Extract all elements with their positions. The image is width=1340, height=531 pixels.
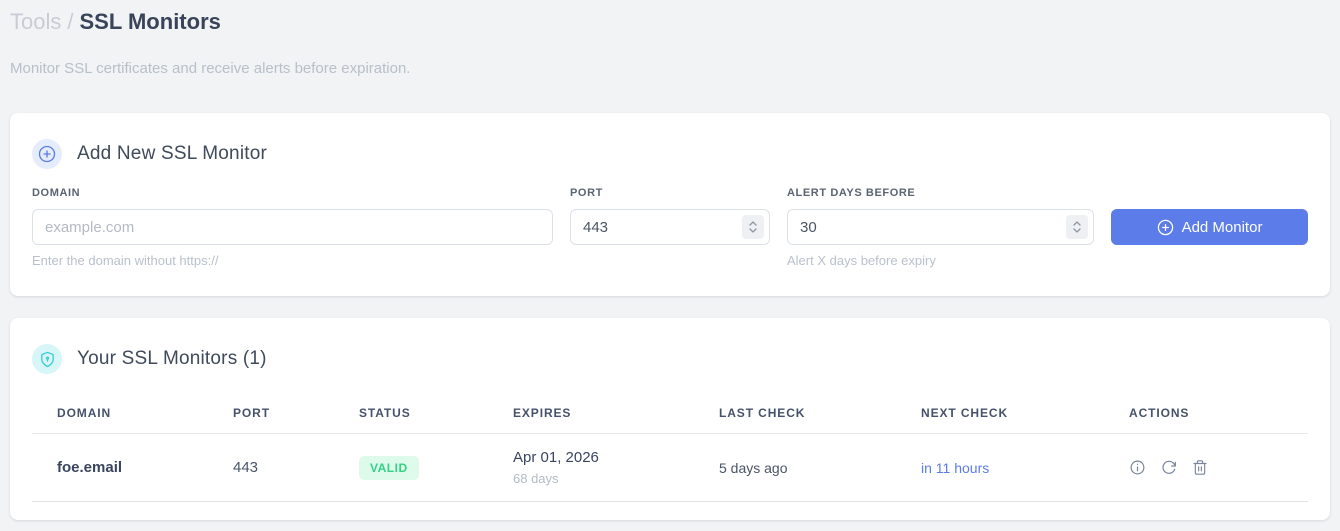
domain-input[interactable] bbox=[32, 209, 553, 245]
delete-button[interactable] bbox=[1192, 459, 1208, 476]
submit-group: Add Monitor bbox=[1111, 187, 1308, 268]
alert-days-field-group: ALERT DAYS BEFORE Alert X days before ex… bbox=[787, 187, 1094, 268]
chevron-up-icon bbox=[1073, 221, 1081, 226]
alert-days-helper: Alert X days before expiry bbox=[787, 253, 936, 268]
info-icon bbox=[1130, 460, 1145, 475]
plus-circle-icon bbox=[32, 139, 62, 169]
domain-helper: Enter the domain without https:// bbox=[32, 253, 219, 268]
monitors-card-title: Your SSL Monitors (1) bbox=[77, 348, 267, 369]
page-title: SSL Monitors bbox=[79, 9, 221, 34]
column-header-expires: EXPIRES bbox=[488, 394, 694, 434]
table-header-row: DOMAIN PORT STATUS EXPIRES LAST CHECK NE… bbox=[32, 394, 1308, 434]
monitor-domain: foe.email bbox=[32, 433, 208, 502]
monitors-table: DOMAIN PORT STATUS EXPIRES LAST CHECK NE… bbox=[32, 394, 1308, 502]
add-monitor-button[interactable]: Add Monitor bbox=[1111, 209, 1308, 245]
expires-days-remaining: 68 days bbox=[513, 471, 559, 486]
info-button[interactable] bbox=[1129, 459, 1146, 476]
port-input[interactable] bbox=[570, 209, 770, 245]
monitor-expires-cell: Apr 01, 2026 68 days bbox=[488, 433, 694, 502]
chevron-down-icon bbox=[1073, 228, 1081, 233]
alert-days-input[interactable] bbox=[787, 209, 1094, 245]
alert-days-label: ALERT DAYS BEFORE bbox=[787, 187, 916, 199]
column-header-domain: DOMAIN bbox=[32, 394, 208, 434]
monitor-port: 443 bbox=[208, 433, 334, 502]
table-row: foe.email 443 VALID Apr 01, 2026 68 days… bbox=[32, 433, 1308, 502]
port-helper-spacer bbox=[570, 253, 770, 268]
breadcrumb: Tools / SSL Monitors bbox=[10, 8, 1330, 36]
monitor-actions-cell bbox=[1104, 433, 1308, 502]
add-monitor-card-title: Add New SSL Monitor bbox=[77, 143, 268, 164]
page-subtitle: Monitor SSL certificates and receive ale… bbox=[10, 60, 411, 77]
trash-icon bbox=[1193, 460, 1207, 475]
domain-field-group: DOMAIN Enter the domain without https:// bbox=[32, 187, 553, 268]
breadcrumb-parent[interactable]: Tools bbox=[10, 9, 61, 34]
add-monitor-card: Add New SSL Monitor DOMAIN Enter the dom… bbox=[10, 113, 1330, 296]
port-stepper[interactable] bbox=[742, 215, 764, 239]
chevron-down-icon bbox=[749, 228, 757, 233]
plus-circle-icon bbox=[1157, 219, 1174, 236]
monitor-next-check: in 11 hours bbox=[896, 433, 1104, 502]
column-header-port: PORT bbox=[208, 394, 334, 434]
breadcrumb-separator: / bbox=[67, 9, 74, 34]
refresh-icon bbox=[1162, 460, 1176, 474]
refresh-button[interactable] bbox=[1161, 460, 1177, 476]
monitors-card: Your SSL Monitors (1) DOMAIN PORT STATUS… bbox=[10, 318, 1330, 520]
monitors-card-header: Your SSL Monitors (1) bbox=[32, 344, 1308, 374]
page-header: Tools / SSL Monitors Monitor SSL certifica… bbox=[0, 0, 1340, 77]
chevron-up-icon bbox=[749, 221, 757, 226]
port-label: PORT bbox=[570, 187, 603, 199]
status-badge: VALID bbox=[359, 455, 419, 480]
add-monitor-button-label: Add Monitor bbox=[1181, 218, 1263, 236]
add-monitor-card-header: Add New SSL Monitor bbox=[32, 139, 1308, 169]
column-header-status: STATUS bbox=[334, 394, 488, 434]
monitor-last-check: 5 days ago bbox=[694, 433, 896, 502]
column-header-next-check: NEXT CHECK bbox=[896, 394, 1104, 434]
domain-label: DOMAIN bbox=[32, 187, 81, 199]
column-header-actions: ACTIONS bbox=[1104, 394, 1308, 434]
add-monitor-form: DOMAIN Enter the domain without https://… bbox=[32, 187, 1308, 268]
alert-days-stepper[interactable] bbox=[1066, 215, 1088, 239]
monitor-status-cell: VALID bbox=[334, 433, 488, 502]
column-header-last-check: LAST CHECK bbox=[694, 394, 896, 434]
shield-icon bbox=[32, 344, 62, 374]
port-field-group: PORT bbox=[570, 187, 770, 268]
expires-date: Apr 01, 2026 bbox=[513, 449, 599, 466]
